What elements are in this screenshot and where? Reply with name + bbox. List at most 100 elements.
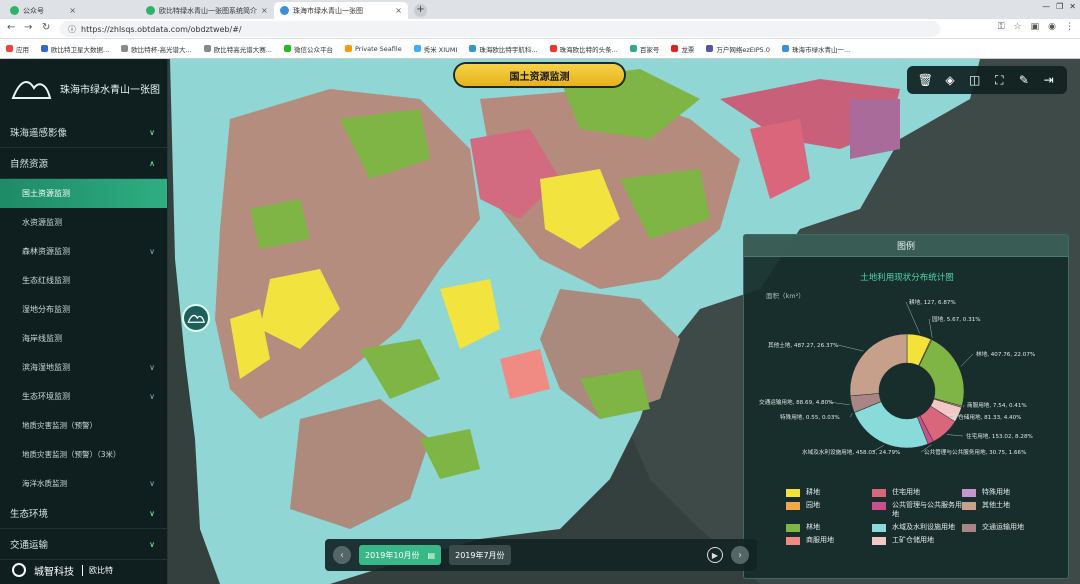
- legend-item[interactable]: 特殊用地: [962, 488, 1056, 497]
- layers-icon[interactable]: ◈: [941, 71, 959, 89]
- new-tab-button[interactable]: +: [414, 4, 427, 17]
- chevron-down-icon: ∨: [149, 127, 155, 137]
- bookmark-label: 龙票: [681, 45, 695, 54]
- legend-swatch: [962, 502, 976, 510]
- legend-label: 园地: [806, 501, 820, 509]
- tab-gongzhonghao[interactable]: 公众号 ×: [4, 2, 82, 19]
- close-window-icon[interactable]: ✕: [1069, 2, 1076, 11]
- legend-item[interactable]: 商服用地: [786, 536, 872, 545]
- chevron-up-icon: ∧: [149, 158, 155, 168]
- pie-data-label: 水域及水利设施用地, 458.03, 24.79%: [802, 448, 900, 456]
- fullscreen-icon[interactable]: ⛶: [990, 71, 1008, 89]
- menu-label: 湿地分布监测: [22, 305, 70, 314]
- chevron-down-icon: ∨: [149, 479, 155, 488]
- extensions-bar: ⚿ ☆ ▣ ◉ ⋮: [998, 22, 1074, 32]
- submenu-item[interactable]: 森林资源监测 ∨: [0, 237, 167, 266]
- key-icon[interactable]: ⚿: [998, 22, 1005, 32]
- bookmark-item[interactable]: 龙票: [671, 44, 694, 54]
- bookmark-item[interactable]: 应用: [6, 44, 29, 54]
- sidebar-footer: 城智科技 欧比特: [0, 556, 168, 584]
- menu-item[interactable]: 自然资源 ∧: [0, 148, 167, 179]
- play-icon[interactable]: ▶: [707, 547, 723, 563]
- split-view-icon[interactable]: ◫: [966, 71, 984, 89]
- restore-icon[interactable]: ❐: [1056, 2, 1063, 11]
- bookmark-icon: [782, 45, 790, 52]
- translate-icon[interactable]: ▣: [1031, 22, 1040, 32]
- module-title-button[interactable]: 国土资源监测: [455, 64, 624, 86]
- prev-arrow-icon[interactable]: ‹: [333, 546, 351, 564]
- bookmark-icon: [121, 45, 129, 52]
- legend-item[interactable]: 水域及水利设施用地: [872, 523, 962, 532]
- submenu-item[interactable]: 生态红线监测: [0, 266, 167, 295]
- submenu-item[interactable]: 地质灾害监测（预警）: [0, 411, 167, 440]
- submenu-item[interactable]: 海岸线监测: [0, 324, 167, 353]
- brand-name-secondary: 欧比特: [82, 564, 113, 576]
- sidebar-toggle-handle[interactable]: [182, 304, 210, 332]
- menu-label: 森林资源监测: [22, 247, 70, 256]
- legend-label: 工矿仓储用地: [892, 536, 934, 544]
- bookmark-icon: [283, 45, 291, 52]
- menu-item[interactable]: 生态环境 ∨: [0, 498, 167, 529]
- legend-list: 耕地 住宅用地 特殊用地园地 公共管理与公共服务用地 其他土地林地 水域及水利设施用地 交通…: [786, 488, 1056, 545]
- bookmark-item[interactable]: 珠海欧比特的头条...: [549, 44, 618, 54]
- bookmark-item[interactable]: 欧比特杯-高光谱大...: [121, 44, 192, 54]
- tab-intro[interactable]: 欧比特绿水青山一张图系统简介 ×: [140, 2, 272, 19]
- close-icon[interactable]: ×: [261, 6, 268, 15]
- close-icon[interactable]: ×: [69, 6, 76, 15]
- bookmark-label: 百家号: [639, 45, 660, 54]
- menu-label: 生态红线监测: [22, 276, 70, 285]
- menu-icon[interactable]: ⋮: [1065, 22, 1074, 32]
- account-icon[interactable]: ◉: [1048, 22, 1056, 32]
- legend-item[interactable]: 其他土地: [962, 501, 1056, 519]
- time-option[interactable]: 2019年7月份: [449, 545, 511, 565]
- legend-item[interactable]: 公共管理与公共服务用地: [872, 501, 962, 519]
- bookmark-item[interactable]: 万户网络ezEIP5.0: [706, 44, 770, 54]
- legend-item[interactable]: 工矿仓储用地: [872, 536, 962, 545]
- reload-icon[interactable]: ↻: [42, 22, 50, 33]
- bookmark-item[interactable]: 微信公众平台: [283, 44, 333, 54]
- pie-data-label: 特殊用地, 0.55, 0.03%: [780, 413, 840, 421]
- bookmark-item[interactable]: 珠海市绿水青山一...: [782, 44, 850, 54]
- bookmark-item[interactable]: 珠海欧比特宇航科...: [469, 44, 538, 54]
- legend-item[interactable]: 交通运输用地: [962, 523, 1056, 532]
- app-title: 珠海市绿水青山一张图: [60, 84, 160, 96]
- submenu-item[interactable]: 水资源监测: [0, 208, 167, 237]
- measure-icon[interactable]: ✎: [1015, 71, 1033, 89]
- bookmark-item[interactable]: 秀米 XIUMI: [413, 44, 457, 54]
- bookmark-label: 欧比特卫星大数据...: [51, 45, 110, 54]
- pie-slice-7[interactable]: [853, 401, 929, 449]
- bookmark-label: 万户网络ezEIP5.0: [716, 45, 771, 54]
- submenu-item[interactable]: 地质灾害监测（预警）（3米）: [0, 440, 167, 469]
- time-option-selected[interactable]: 2019年10月份 ▤: [359, 545, 442, 565]
- submenu-item[interactable]: 生态环境监测 ∨: [0, 382, 167, 411]
- submenu-item[interactable]: 湿地分布监测: [0, 295, 167, 324]
- legend-swatch: [962, 489, 976, 497]
- minimize-icon[interactable]: —: [1042, 2, 1050, 11]
- bookmark-item[interactable]: 百家号: [629, 44, 660, 54]
- close-icon[interactable]: ×: [395, 6, 402, 15]
- tab-active-map[interactable]: 珠海市绿水青山一张图 ×: [274, 2, 408, 19]
- submenu-item[interactable]: 滨海湿地监测 ∨: [0, 353, 167, 382]
- forward-icon[interactable]: →: [24, 22, 32, 33]
- legend-item[interactable]: 林地: [786, 523, 872, 532]
- bookmark-label: 欧比特杯-高光谱大...: [131, 45, 192, 54]
- bookmark-item[interactable]: Private Seafile: [344, 45, 402, 53]
- legend-item[interactable]: 耕地: [786, 488, 872, 497]
- exit-icon[interactable]: ⇥: [1040, 71, 1058, 89]
- next-arrow-icon[interactable]: ›: [731, 546, 749, 564]
- bookmark-item[interactable]: 欧比特卫星大数据...: [41, 44, 109, 54]
- wechat-icon: [146, 6, 155, 15]
- submenu-item[interactable]: 国土资源监测: [0, 179, 167, 208]
- bookmark-icon: [671, 45, 679, 52]
- trash-icon[interactable]: 🗑: [916, 71, 934, 89]
- legend-item[interactable]: 园地: [786, 501, 872, 519]
- menu-item[interactable]: 珠海遥感影像 ∨: [0, 117, 167, 148]
- legend-item[interactable]: 住宅用地: [872, 488, 962, 497]
- submenu-item[interactable]: 海洋水质监测 ∨: [0, 469, 167, 498]
- back-icon[interactable]: ←: [7, 22, 15, 33]
- star-icon[interactable]: ☆: [1014, 22, 1022, 32]
- site-icon: [280, 6, 289, 15]
- pie-slice-10[interactable]: [849, 333, 908, 397]
- bookmark-item[interactable]: 欧比特高光谱大赛...: [203, 44, 272, 54]
- address-bar[interactable]: ⓘ https://zhlsqs.obtdata.com/obdztweb/#/: [60, 21, 940, 37]
